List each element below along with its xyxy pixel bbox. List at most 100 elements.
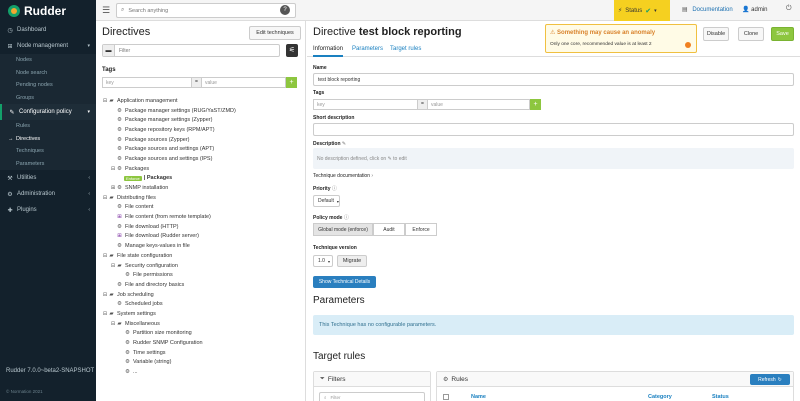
policy-enforce-button[interactable]: Enforce (405, 223, 437, 236)
tab-parameters[interactable]: Parameters (352, 46, 383, 52)
tree-node[interactable]: ⊟ ⚙ Packages (102, 164, 302, 174)
tree-node[interactable]: ⚙ Variable (string) (102, 358, 302, 368)
tree-node[interactable]: ⚙ Rudder SNMP Configuration (102, 338, 302, 348)
technique-documentation-toggle[interactable]: Technique documentation › (313, 173, 373, 179)
policy-global-mode-button[interactable]: Global mode (enforce) (313, 223, 373, 236)
tree-node[interactable]: ⊞ File content (from remote template) (102, 212, 302, 222)
save-button[interactable]: Save (771, 27, 794, 41)
tree-node-label: Job scheduling (117, 291, 154, 298)
status-menu[interactable]: ⚡ Status ✔ ▾ (614, 0, 670, 21)
tree-node[interactable]: ⚙ Package repository keys (RPM/APT) (102, 125, 302, 135)
add-directive-tag-button[interactable]: + (530, 99, 541, 110)
tree-node-label: Partition size monitoring (133, 330, 192, 337)
tree-node[interactable]: ⊟ ▰ Job scheduling (102, 290, 302, 300)
windows-icon: ⊞ (117, 214, 122, 221)
clone-button[interactable]: Clone (738, 27, 764, 41)
tree-node[interactable]: ⚙ Manage keys-values in file (102, 241, 302, 251)
tree-node[interactable]: ⚙ File permissions (102, 270, 302, 280)
sidebar-item-configuration-policy[interactable]: ✎ Configuration policy ▾ (0, 104, 96, 120)
description-placeholder[interactable]: No description defined, click on ✎ to ed… (313, 148, 794, 169)
disable-button[interactable]: Disable (703, 27, 729, 41)
tree-node-label: Time settings (133, 349, 166, 356)
name-input[interactable]: test block reporting (313, 73, 794, 86)
logo[interactable]: Rudder (0, 0, 96, 22)
tree-node[interactable]: ⚙ Package sources and settings (APT) (102, 144, 302, 154)
tree-node[interactable]: ⊟ ▰ Application management (102, 96, 302, 106)
directive-tag-value-input[interactable]: value (427, 99, 530, 110)
sidebar-subitem-pending-nodes[interactable]: Pending nodes (0, 79, 96, 92)
tree-node[interactable]: ⊟ ▰ Miscellaneous (102, 319, 302, 329)
tree-node[interactable]: ⚙ Package manager settings (RUG/YaST/ZMD) (102, 106, 302, 116)
tree-node[interactable]: ⚙ File content (102, 203, 302, 213)
tree-node-label: Package sources and settings (IPS) (125, 155, 213, 162)
search-icon: ⌕ (121, 7, 125, 13)
top-bar: ☰ ⌕ ? ⚡ Status ✔ ▾ ▤ Documentation 👤 adm… (96, 0, 800, 21)
sidebar-subitem-groups[interactable]: Groups (0, 92, 96, 105)
tree-node[interactable]: ⚙... (102, 367, 302, 377)
tree-node[interactable]: ⊟ ▰ Security configuration (102, 261, 302, 271)
add-tag-button[interactable]: + (286, 77, 297, 88)
help-icon[interactable]: ? (280, 5, 290, 15)
directive-tag-key-input[interactable]: key (313, 99, 418, 110)
select-all-checkbox[interactable] (443, 394, 449, 400)
search-input[interactable] (128, 7, 279, 14)
pencil-icon[interactable]: ✎ (342, 141, 346, 147)
tag-key-input[interactable]: key (102, 77, 192, 88)
sidebar-item-plugins[interactable]: ✚ Plugins ‹ (0, 202, 96, 218)
tree-node[interactable]: ⊟ ▰ File state configuration (102, 251, 302, 261)
tab-information[interactable]: Information (313, 46, 344, 57)
sidebar-item-dashboard[interactable]: ◷ Dashboard (0, 22, 96, 38)
migrate-button[interactable]: Migrate (337, 255, 367, 267)
tree-node[interactable]: ⊞ File download (Rudder server) (102, 232, 302, 242)
edit-techniques-button[interactable]: Edit techniques (249, 26, 301, 40)
tree-node-label: Package sources (Zypper) (125, 136, 190, 143)
tree-node[interactable]: ⊟ ▰ System settings (102, 309, 302, 319)
tree-node[interactable]: ⚙ Package sources and settings (IPS) (102, 154, 302, 164)
show-technical-details-button[interactable]: Show Technical Details (313, 276, 376, 288)
refresh-button[interactable]: Refresh ↻ (750, 374, 790, 385)
column-name[interactable]: Name (471, 394, 486, 400)
logout-icon[interactable]: ⏻ (786, 5, 792, 13)
tree-node[interactable]: ⚙ Package sources (Zypper) (102, 135, 302, 145)
sidebar-item-label: Dashboard (17, 27, 47, 33)
tree-node[interactable]: ⚙ Package manager settings (Zypper) (102, 115, 302, 125)
tree-node[interactable]: ⊟ ▰ Distributing files (102, 193, 302, 203)
gear-icon: ⚙ (117, 281, 122, 288)
rules-filter-input[interactable]: ⌕ Filter (319, 392, 425, 401)
priority-select[interactable]: Default ▾ (313, 195, 340, 207)
sidebar-subitem-rules[interactable]: Rules (0, 120, 96, 133)
sidebar-subitem-techniques[interactable]: Techniques (0, 145, 96, 158)
sidebar-item-administration[interactable]: ⚙ Administration ‹ (0, 186, 96, 202)
column-category[interactable]: Category (648, 394, 672, 400)
tree-node[interactable]: ⚙ Partition size monitoring (102, 329, 302, 339)
policy-audit-button[interactable]: Audit (373, 223, 405, 236)
short-description-input[interactable] (313, 123, 794, 136)
sidebar-subitem-nodes[interactable]: Nodes (0, 54, 96, 67)
chevron-left-icon: ‹ (88, 175, 90, 181)
sidebar-subitem-node-search[interactable]: Node search (0, 67, 96, 80)
tree-filter-input[interactable] (115, 47, 265, 54)
sidebar-item-utilities[interactable]: ⚒ Utilities ‹ (0, 170, 96, 186)
tree-node[interactable]: ⚙ File download (HTTP) (102, 222, 302, 232)
sidebar-subitem-parameters[interactable]: Parameters (0, 158, 96, 171)
tree-node-label: File content (125, 204, 154, 211)
tree-node[interactable]: ⊞ ⚙ SNMP installation (102, 183, 302, 193)
menu-toggle-icon[interactable]: ☰ (102, 5, 110, 16)
policy-mode-label-text: Policy mode (313, 215, 343, 221)
tree-node[interactable]: ⚙ Time settings (102, 348, 302, 358)
sidebar-subitem-directives[interactable]: → Directives (0, 133, 96, 146)
tree-node[interactable]: Enforce | Packages (102, 174, 302, 184)
folder-icon: ▰ (109, 97, 114, 104)
documentation-link[interactable]: ▤ Documentation (682, 6, 733, 13)
sidebar-item-node-management[interactable]: ⊞ Node management ▾ (0, 38, 96, 54)
tree-node[interactable]: ⚙ File and directory basics (102, 280, 302, 290)
tag-value-input[interactable]: value (201, 77, 286, 88)
tab-target-rules[interactable]: Target rules (390, 46, 421, 52)
column-status[interactable]: Status (712, 394, 729, 400)
user-menu[interactable]: 👤 admin (742, 6, 768, 13)
description-label: Description ✎ (313, 141, 346, 147)
tree-node[interactable]: ⚙ Scheduled jobs (102, 299, 302, 309)
filter-options-icon[interactable]: ⚟ (286, 44, 298, 57)
folder-icon[interactable]: ▬ (103, 45, 115, 56)
technique-version-select[interactable]: 1.0 ▾ (313, 255, 333, 267)
